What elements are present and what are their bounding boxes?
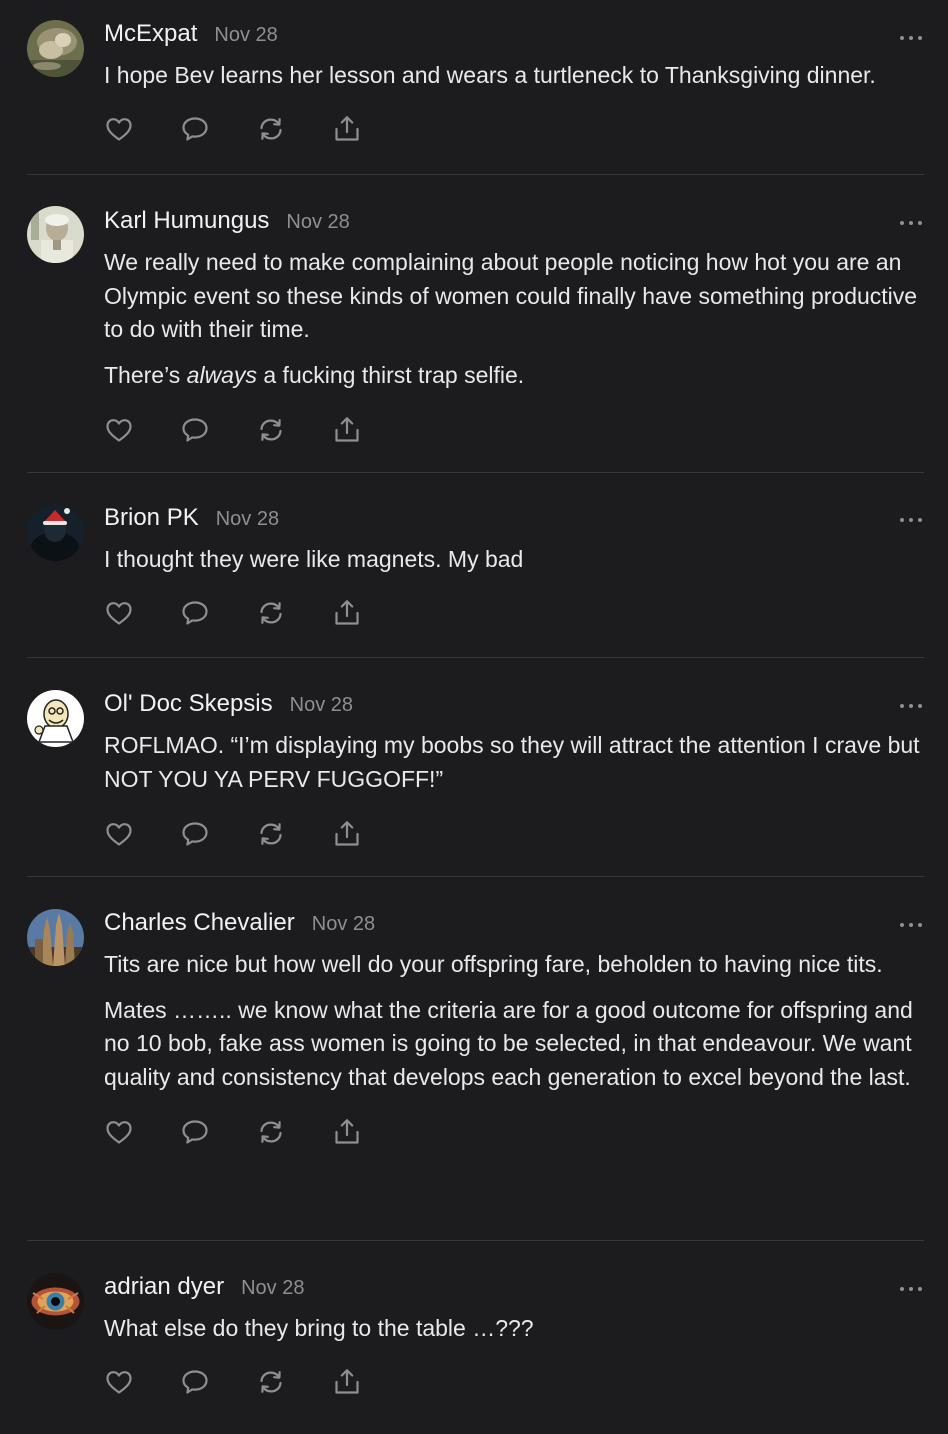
comment-text: Tits are nice but how well do your offsp… [104,951,883,977]
more-options-icon[interactable] [900,33,922,43]
restack-icon[interactable] [256,598,286,628]
text-span: There’s [104,361,187,388]
speech-bubble-icon[interactable] [180,819,210,849]
comment-text: We really need to make complaining about… [104,249,918,342]
restack-icon[interactable] [256,114,286,144]
comment-date[interactable]: Nov 28 [214,24,277,47]
author-name[interactable]: adrian dyer [104,1273,224,1301]
share-icon[interactable] [332,819,362,849]
heart-icon[interactable] [104,1367,134,1397]
share-icon[interactable] [332,1117,362,1147]
restack-icon[interactable] [256,415,286,445]
author-name[interactable]: McExpat [104,20,197,48]
comment-feed: McExpat Nov 28 I hope Bev learns her les… [0,0,948,1431]
more-options-icon[interactable] [900,218,922,228]
comment-header: Ol' Doc Skepsis Nov 28 [104,690,924,724]
speech-bubble-icon[interactable] [180,1367,210,1397]
heart-icon[interactable] [104,598,134,628]
text-span: a fucking thirst trap selfie. [256,361,525,388]
share-icon[interactable] [332,1367,362,1397]
avatar[interactable] [27,504,84,561]
more-options-icon[interactable] [900,515,922,525]
comment-item: Charles Chevalier Nov 28 Tits are nice b… [27,877,924,1241]
comment-text: What else do they bring to the table …??… [104,1315,534,1341]
more-options-icon[interactable] [900,1284,922,1294]
author-name[interactable]: Ol' Doc Skepsis [104,690,273,718]
comment-date[interactable]: Nov 28 [241,1277,304,1300]
share-icon[interactable] [332,598,362,628]
comment-header: Charles Chevalier Nov 28 [104,909,924,943]
avatar[interactable] [27,690,84,747]
more-options-icon[interactable] [900,701,922,711]
comment-text: ROFLMAO. “I’m displaying my boobs so the… [104,732,920,792]
restack-icon[interactable] [256,819,286,849]
comment-text: There’s always a fucking thirst trap sel… [104,359,924,393]
share-icon[interactable] [332,415,362,445]
heart-icon[interactable] [104,415,134,445]
restack-icon[interactable] [256,1367,286,1397]
avatar[interactable] [27,206,84,263]
action-bar [104,1114,924,1150]
heart-icon[interactable] [104,1117,134,1147]
comment-header: Karl Humungus Nov 28 [104,207,924,241]
author-name[interactable]: Charles Chevalier [104,909,295,937]
comment-header: McExpat Nov 28 [104,20,924,54]
action-bar [104,111,924,147]
action-bar [104,412,924,448]
comment-item: McExpat Nov 28 I hope Bev learns her les… [27,0,924,175]
comment-item: Karl Humungus Nov 28 We really need to m… [27,175,924,473]
comment-text: I hope Bev learns her lesson and wears a… [104,62,876,88]
comment-header: adrian dyer Nov 28 [104,1273,924,1307]
comment-date[interactable]: Nov 28 [290,694,353,717]
avatar[interactable] [27,909,84,966]
speech-bubble-icon[interactable] [180,1117,210,1147]
comment-item: Brion PK Nov 28 I thought they were like… [27,473,924,658]
emphasis-text: always [186,361,257,388]
author-name[interactable]: Brion PK [104,504,199,532]
comment-text: I thought they were like magnets. My bad [104,546,524,572]
more-options-icon[interactable] [900,920,922,930]
share-icon[interactable] [332,114,362,144]
comment-date[interactable]: Nov 28 [216,508,279,531]
speech-bubble-icon[interactable] [180,415,210,445]
avatar[interactable] [27,1273,84,1330]
comment-date[interactable]: Nov 28 [286,211,349,234]
heart-icon[interactable] [104,114,134,144]
comment-item: Ol' Doc Skepsis Nov 28 ROFLMAO. “I’m dis… [27,658,924,877]
speech-bubble-icon[interactable] [180,114,210,144]
action-bar [104,1364,924,1400]
action-bar [104,595,924,631]
comment-date[interactable]: Nov 28 [312,913,375,936]
restack-icon[interactable] [256,1117,286,1147]
author-name[interactable]: Karl Humungus [104,207,269,235]
action-bar [104,816,924,852]
comment-header: Brion PK Nov 28 [104,504,924,538]
comment-item: adrian dyer Nov 28 What else do they bri… [27,1241,924,1431]
comment-text: Mates …….. we know what the criteria are… [104,996,913,1090]
speech-bubble-icon[interactable] [180,598,210,628]
avatar[interactable] [27,20,84,77]
heart-icon[interactable] [104,819,134,849]
